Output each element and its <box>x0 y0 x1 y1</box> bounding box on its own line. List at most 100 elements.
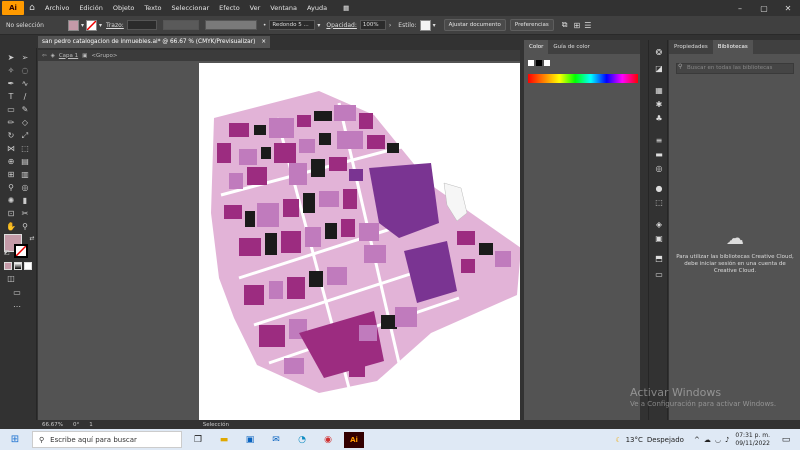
screen-mode-icon[interactable]: ▭ <box>12 288 22 298</box>
rotation-value[interactable]: 0° <box>73 422 79 428</box>
perspective-grid-icon[interactable]: ▤ <box>20 157 30 167</box>
pencil-icon[interactable]: ✏ <box>6 118 16 128</box>
line-tool-icon[interactable]: ∕ <box>20 92 30 102</box>
stroke-weight-input[interactable] <box>126 20 157 30</box>
curvature-icon[interactable]: ∿ <box>20 79 30 89</box>
tab-libraries[interactable]: Bibliotecas <box>712 40 753 54</box>
layers-panel-icon[interactable]: ◈ <box>653 220 665 230</box>
back-arrow-icon[interactable]: ⇦ <box>42 53 47 59</box>
preferences-button[interactable]: Preferencias <box>509 19 554 31</box>
taskbar-search[interactable]: ⚲ Escribe aquí para buscar <box>32 431 182 448</box>
image-trace-icon[interactable]: ◪ <box>653 64 665 74</box>
transparency-icon[interactable]: ◎ <box>653 164 665 174</box>
align-document-button[interactable]: Ajustar documento <box>443 19 506 31</box>
eraser-icon[interactable]: ◇ <box>20 118 30 128</box>
zoom-level[interactable]: 66.67% <box>42 422 63 428</box>
tab-color[interactable]: Color <box>524 40 549 54</box>
chevron-down-icon[interactable]: ▾ <box>317 22 320 29</box>
pen-tool-icon[interactable]: ✒ <box>6 79 16 89</box>
swatches-icon[interactable]: ▦ <box>653 86 665 96</box>
illustrator-taskbar-icon[interactable]: Ai <box>344 431 364 448</box>
chevron-down-icon[interactable]: ▾ <box>81 22 84 29</box>
artboards-icon[interactable]: ▣ <box>653 234 665 244</box>
asset-export-icon[interactable]: ⬒ <box>653 254 665 264</box>
menu-ventana[interactable]: Ventana <box>265 4 302 12</box>
graphic-styles-icon[interactable]: ⬚ <box>653 198 665 208</box>
menu-edicion[interactable]: Edición <box>74 4 108 12</box>
brushes-icon[interactable]: ✱ <box>653 100 665 110</box>
brush-select[interactable]: Redondo 5 ... <box>269 20 316 30</box>
chrome-icon[interactable]: ◉ <box>318 432 338 448</box>
wifi-icon[interactable]: ◡ <box>715 436 721 444</box>
menu-ayuda[interactable]: Ayuda <box>302 4 332 12</box>
swap-colors-icon[interactable]: ⇄ <box>27 234 37 244</box>
style-swatch[interactable] <box>419 19 431 31</box>
appearance-icon[interactable]: ● <box>653 184 665 194</box>
weather-widget[interactable]: ☾ 13°C Despejado ^ ☁ ◡ ♪ <box>615 436 729 444</box>
magic-wand-icon[interactable]: ✧ <box>6 66 16 76</box>
hand-tool-icon[interactable]: ✋ <box>6 222 16 232</box>
arrange-icon[interactable]: ⧉ <box>562 20 568 30</box>
variable-width-select[interactable] <box>162 20 199 30</box>
chevron-down-icon[interactable]: ▾ <box>433 22 436 29</box>
none-mode-icon[interactable] <box>24 262 32 270</box>
gradient-icon[interactable]: ▥ <box>20 170 30 180</box>
menu-objeto[interactable]: Objeto <box>108 4 140 12</box>
breadcrumb-group[interactable]: <Grupo> <box>91 53 117 59</box>
mesh-icon[interactable]: ⊞ <box>6 170 16 180</box>
shape-builder-icon[interactable]: ⊕ <box>6 157 16 167</box>
workspace-icon[interactable]: ▦ <box>338 4 354 12</box>
tab-properties[interactable]: Propiedades <box>669 40 713 54</box>
comments-icon[interactable]: ▭ <box>653 270 665 280</box>
black-swatch[interactable] <box>536 60 542 66</box>
symbols-icon[interactable]: ♣ <box>653 114 665 124</box>
scale-icon[interactable]: ⤢ <box>20 131 30 141</box>
cloud-icon[interactable]: ☁ <box>704 436 711 444</box>
none-swatch[interactable] <box>528 60 534 66</box>
task-view-icon[interactable]: ❐ <box>188 432 208 448</box>
menu-ver[interactable]: Ver <box>245 4 266 12</box>
menu-seleccionar[interactable]: Seleccionar <box>167 4 215 12</box>
mail-icon[interactable]: ✉ <box>266 432 286 448</box>
stroke-color-swatch[interactable] <box>14 244 28 258</box>
selection-tool-icon[interactable]: ➤ <box>6 53 16 63</box>
cc-libraries-icon[interactable]: ❂ <box>653 48 665 58</box>
artboard-tool-icon[interactable]: ⊡ <box>6 209 16 219</box>
library-search-input[interactable]: Buscar en todas las bibliotecas <box>676 63 794 74</box>
symbol-sprayer-icon[interactable]: ✺ <box>6 196 16 206</box>
lasso-icon[interactable]: ◌ <box>20 66 30 76</box>
tab-color-guide[interactable]: Guía de color <box>548 40 595 54</box>
chevron-right-icon[interactable]: › <box>389 22 391 29</box>
white-swatch[interactable] <box>544 60 550 66</box>
windows-start-icon[interactable]: ⊞ <box>6 431 24 449</box>
breadcrumb-layer[interactable]: Capa 1 <box>59 53 78 59</box>
more-tools-icon[interactable]: ⋯ <box>12 302 22 312</box>
menu-archivo[interactable]: Archivo <box>40 4 74 12</box>
minimize-icon[interactable]: – <box>728 4 752 13</box>
slice-icon[interactable]: ✂ <box>20 209 30 219</box>
zoom-tool-icon[interactable]: ⚲ <box>20 222 30 232</box>
chevron-down-icon[interactable]: ▾ <box>99 22 102 29</box>
rectangle-tool-icon[interactable]: ▭ <box>6 105 16 115</box>
artboard-number[interactable]: 1 <box>89 422 93 428</box>
gradient-panel-icon[interactable]: ▬ <box>653 150 665 160</box>
menu-texto[interactable]: Texto <box>139 4 166 12</box>
notification-icon[interactable]: ▭ <box>776 432 796 448</box>
chevron-up-icon[interactable]: ^ <box>694 436 700 444</box>
volume-icon[interactable]: ♪ <box>725 436 729 444</box>
home-icon[interactable]: ⌂ <box>24 1 40 15</box>
blend-icon[interactable]: ◎ <box>20 183 30 193</box>
stroke-panel-icon[interactable]: ≡ <box>653 136 665 146</box>
menu-efecto[interactable]: Efecto <box>214 4 245 12</box>
color-mode-icon[interactable] <box>4 262 12 270</box>
city-block-map[interactable] <box>199 63 524 420</box>
explorer-icon[interactable]: ▬ <box>214 432 234 448</box>
stroke-swatch[interactable] <box>86 19 98 31</box>
opacity-input[interactable]: 100% <box>359 20 386 30</box>
close-window-icon[interactable]: ✕ <box>776 4 800 13</box>
rotate-icon[interactable]: ↻ <box>6 131 16 141</box>
default-colors-icon[interactable]: ◩ <box>2 248 12 258</box>
color-spectrum[interactable] <box>528 74 638 83</box>
close-tab-icon[interactable]: × <box>261 39 266 45</box>
type-tool-icon[interactable]: T <box>6 92 16 102</box>
